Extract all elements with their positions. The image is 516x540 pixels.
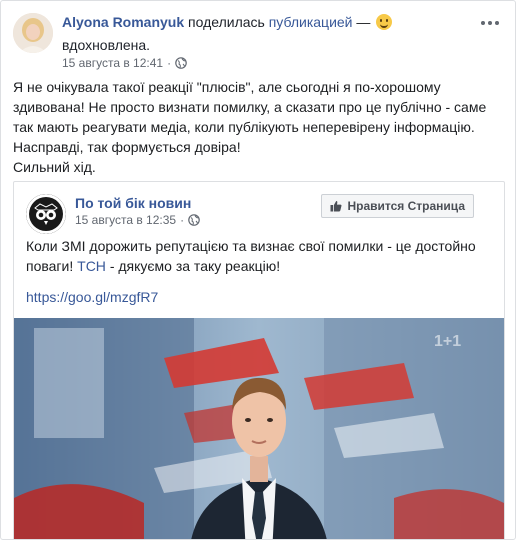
post-text-line: Я не очікувала такої реакції "плюсів", а…	[13, 79, 441, 95]
globe-icon[interactable]	[175, 57, 187, 69]
post-text-line: здивована! Не просто визнати помилку, а …	[13, 99, 487, 115]
like-page-label: Нравится Страница	[347, 199, 465, 213]
shared-post-meta: 15 августа в 12:35 ·	[75, 213, 200, 227]
post-action: поделилась	[188, 14, 265, 30]
thumbs-up-icon	[330, 201, 342, 212]
shared-short-link[interactable]: https://goo.gl/mzgfR7	[26, 289, 158, 305]
page-name[interactable]: По той бік новин	[75, 195, 191, 211]
post-text-line: Насправді, так формується довіра!	[13, 139, 241, 155]
feeling-text: вдохновлена.	[62, 37, 151, 53]
shared-text: Коли ЗМІ дорожить репутацією та визнає с…	[26, 236, 496, 276]
post-text-line: Сильний хід.	[13, 159, 96, 175]
page-avatar[interactable]	[26, 194, 66, 234]
smiling-emoji-icon	[376, 14, 393, 30]
post-header: Alyona Romanyuk поделилась публикацией —	[62, 13, 482, 31]
shared-publication-link[interactable]: публикацией	[269, 14, 353, 30]
feed-post: Alyona Romanyuk поделилась публикацией —…	[0, 0, 516, 540]
author-avatar[interactable]	[13, 13, 53, 53]
post-timestamp[interactable]: 15 августа в 12:41	[62, 56, 163, 70]
author-name[interactable]: Alyona Romanyuk	[62, 14, 184, 30]
tsn-page-link[interactable]: ТСН	[77, 258, 106, 274]
svg-text:1+1: 1+1	[434, 333, 461, 350]
more-options-icon[interactable]	[481, 17, 501, 29]
like-page-button[interactable]: Нравится Страница	[321, 194, 474, 218]
post-text-line: так мають реагувати медіа, коли публікую…	[13, 119, 475, 135]
dash: —	[356, 14, 371, 30]
post-text: Я не очікувала такої реакції "плюсів", а…	[13, 77, 503, 177]
shared-timestamp[interactable]: 15 августа в 12:35	[75, 213, 176, 227]
news-anchor-image: 1+1	[14, 318, 504, 539]
globe-icon[interactable]	[188, 214, 200, 226]
shared-text-part2: - дякуємо за таку реакцію!	[109, 258, 281, 274]
news-video-thumbnail[interactable]: 1+1	[14, 318, 504, 539]
post-meta: 15 августа в 12:41 ·	[62, 56, 187, 70]
shared-post: По той бік новин 15 августа в 12:35 · Нр…	[13, 181, 505, 539]
